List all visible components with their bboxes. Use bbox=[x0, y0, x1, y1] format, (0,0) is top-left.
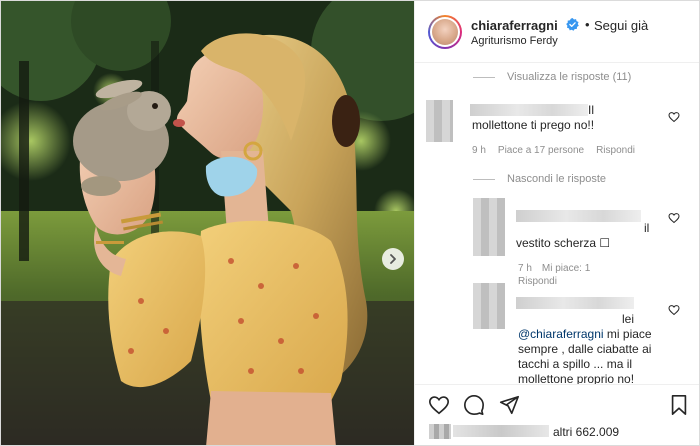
instagram-post-window: chiaraferragni • Segui già Agriturismo F… bbox=[0, 0, 700, 446]
divider-line bbox=[473, 76, 495, 78]
reply-meta-row2: Rispondi bbox=[518, 276, 557, 287]
view-replies-button[interactable]: Visualizza le risposte (11) bbox=[473, 71, 631, 83]
comment-time: 9 h bbox=[472, 145, 486, 156]
reply-avatar[interactable] bbox=[473, 198, 505, 256]
hide-replies-label: Nascondi le risposte bbox=[507, 173, 607, 185]
reply-button[interactable]: Rispondi bbox=[596, 145, 635, 156]
username-link[interactable]: chiaraferragni bbox=[471, 18, 558, 33]
chevron-right-icon bbox=[390, 254, 396, 264]
liker-username[interactable] bbox=[453, 425, 549, 437]
reply-prefix: lei bbox=[622, 312, 635, 326]
heart-icon[interactable] bbox=[428, 394, 450, 416]
reply-meta: 7 h Mi piace: 1 bbox=[518, 263, 590, 274]
reply-username[interactable] bbox=[516, 297, 634, 309]
post-side-panel: chiaraferragni • Segui già Agriturismo F… bbox=[414, 1, 699, 445]
view-replies-label: Visualizza le risposte (11) bbox=[507, 71, 632, 83]
hide-replies-button[interactable]: Nascondi le risposte bbox=[473, 173, 606, 185]
bookmark-icon[interactable] bbox=[668, 394, 690, 416]
reply-avatar[interactable] bbox=[473, 283, 505, 329]
reply-text: il vestito scherza ☐ bbox=[516, 221, 650, 250]
post-header: chiaraferragni • Segui già Agriturismo F… bbox=[415, 1, 699, 63]
reply-time: 7 h bbox=[518, 263, 532, 274]
mention-link[interactable]: @chiaraferragni bbox=[518, 327, 604, 341]
reply-button[interactable]: Rispondi bbox=[518, 276, 557, 287]
comment-likes-link[interactable]: Piace a 17 persone bbox=[498, 145, 584, 156]
post-photo[interactable] bbox=[1, 1, 414, 445]
comment-text: Il mollettone ti prego no!! bbox=[472, 103, 595, 132]
follow-button[interactable]: Segui già bbox=[594, 18, 648, 33]
likes-count-link[interactable]: altri 662.009 bbox=[553, 425, 619, 439]
heart-icon[interactable] bbox=[668, 111, 680, 123]
heart-icon[interactable] bbox=[668, 304, 680, 316]
comment-avatar[interactable] bbox=[426, 100, 453, 142]
comment-icon[interactable] bbox=[463, 394, 485, 416]
action-bar bbox=[415, 384, 699, 422]
comments-list[interactable]: Visualizza le risposte (11) Il molletton… bbox=[415, 64, 699, 384]
location-link[interactable]: Agriturismo Ferdy bbox=[471, 35, 558, 47]
divider-line bbox=[473, 178, 495, 180]
reply-likes-link[interactable]: Mi piace: 1 bbox=[542, 263, 590, 274]
avatar[interactable] bbox=[428, 15, 462, 49]
separator-dot: • bbox=[585, 17, 590, 32]
comment-meta: 9 h Piace a 17 persone Rispondi bbox=[472, 145, 635, 156]
verified-badge-icon bbox=[566, 18, 579, 31]
heart-icon[interactable] bbox=[668, 212, 680, 224]
photo-illustration bbox=[1, 1, 414, 445]
reply-text: lei @chiaraferragni mi piace sempre , da… bbox=[518, 312, 660, 384]
likes-summary: altri 662.009 bbox=[415, 422, 699, 445]
next-photo-button[interactable] bbox=[382, 248, 404, 270]
share-icon[interactable] bbox=[498, 394, 520, 416]
liker-avatar[interactable] bbox=[429, 424, 451, 439]
